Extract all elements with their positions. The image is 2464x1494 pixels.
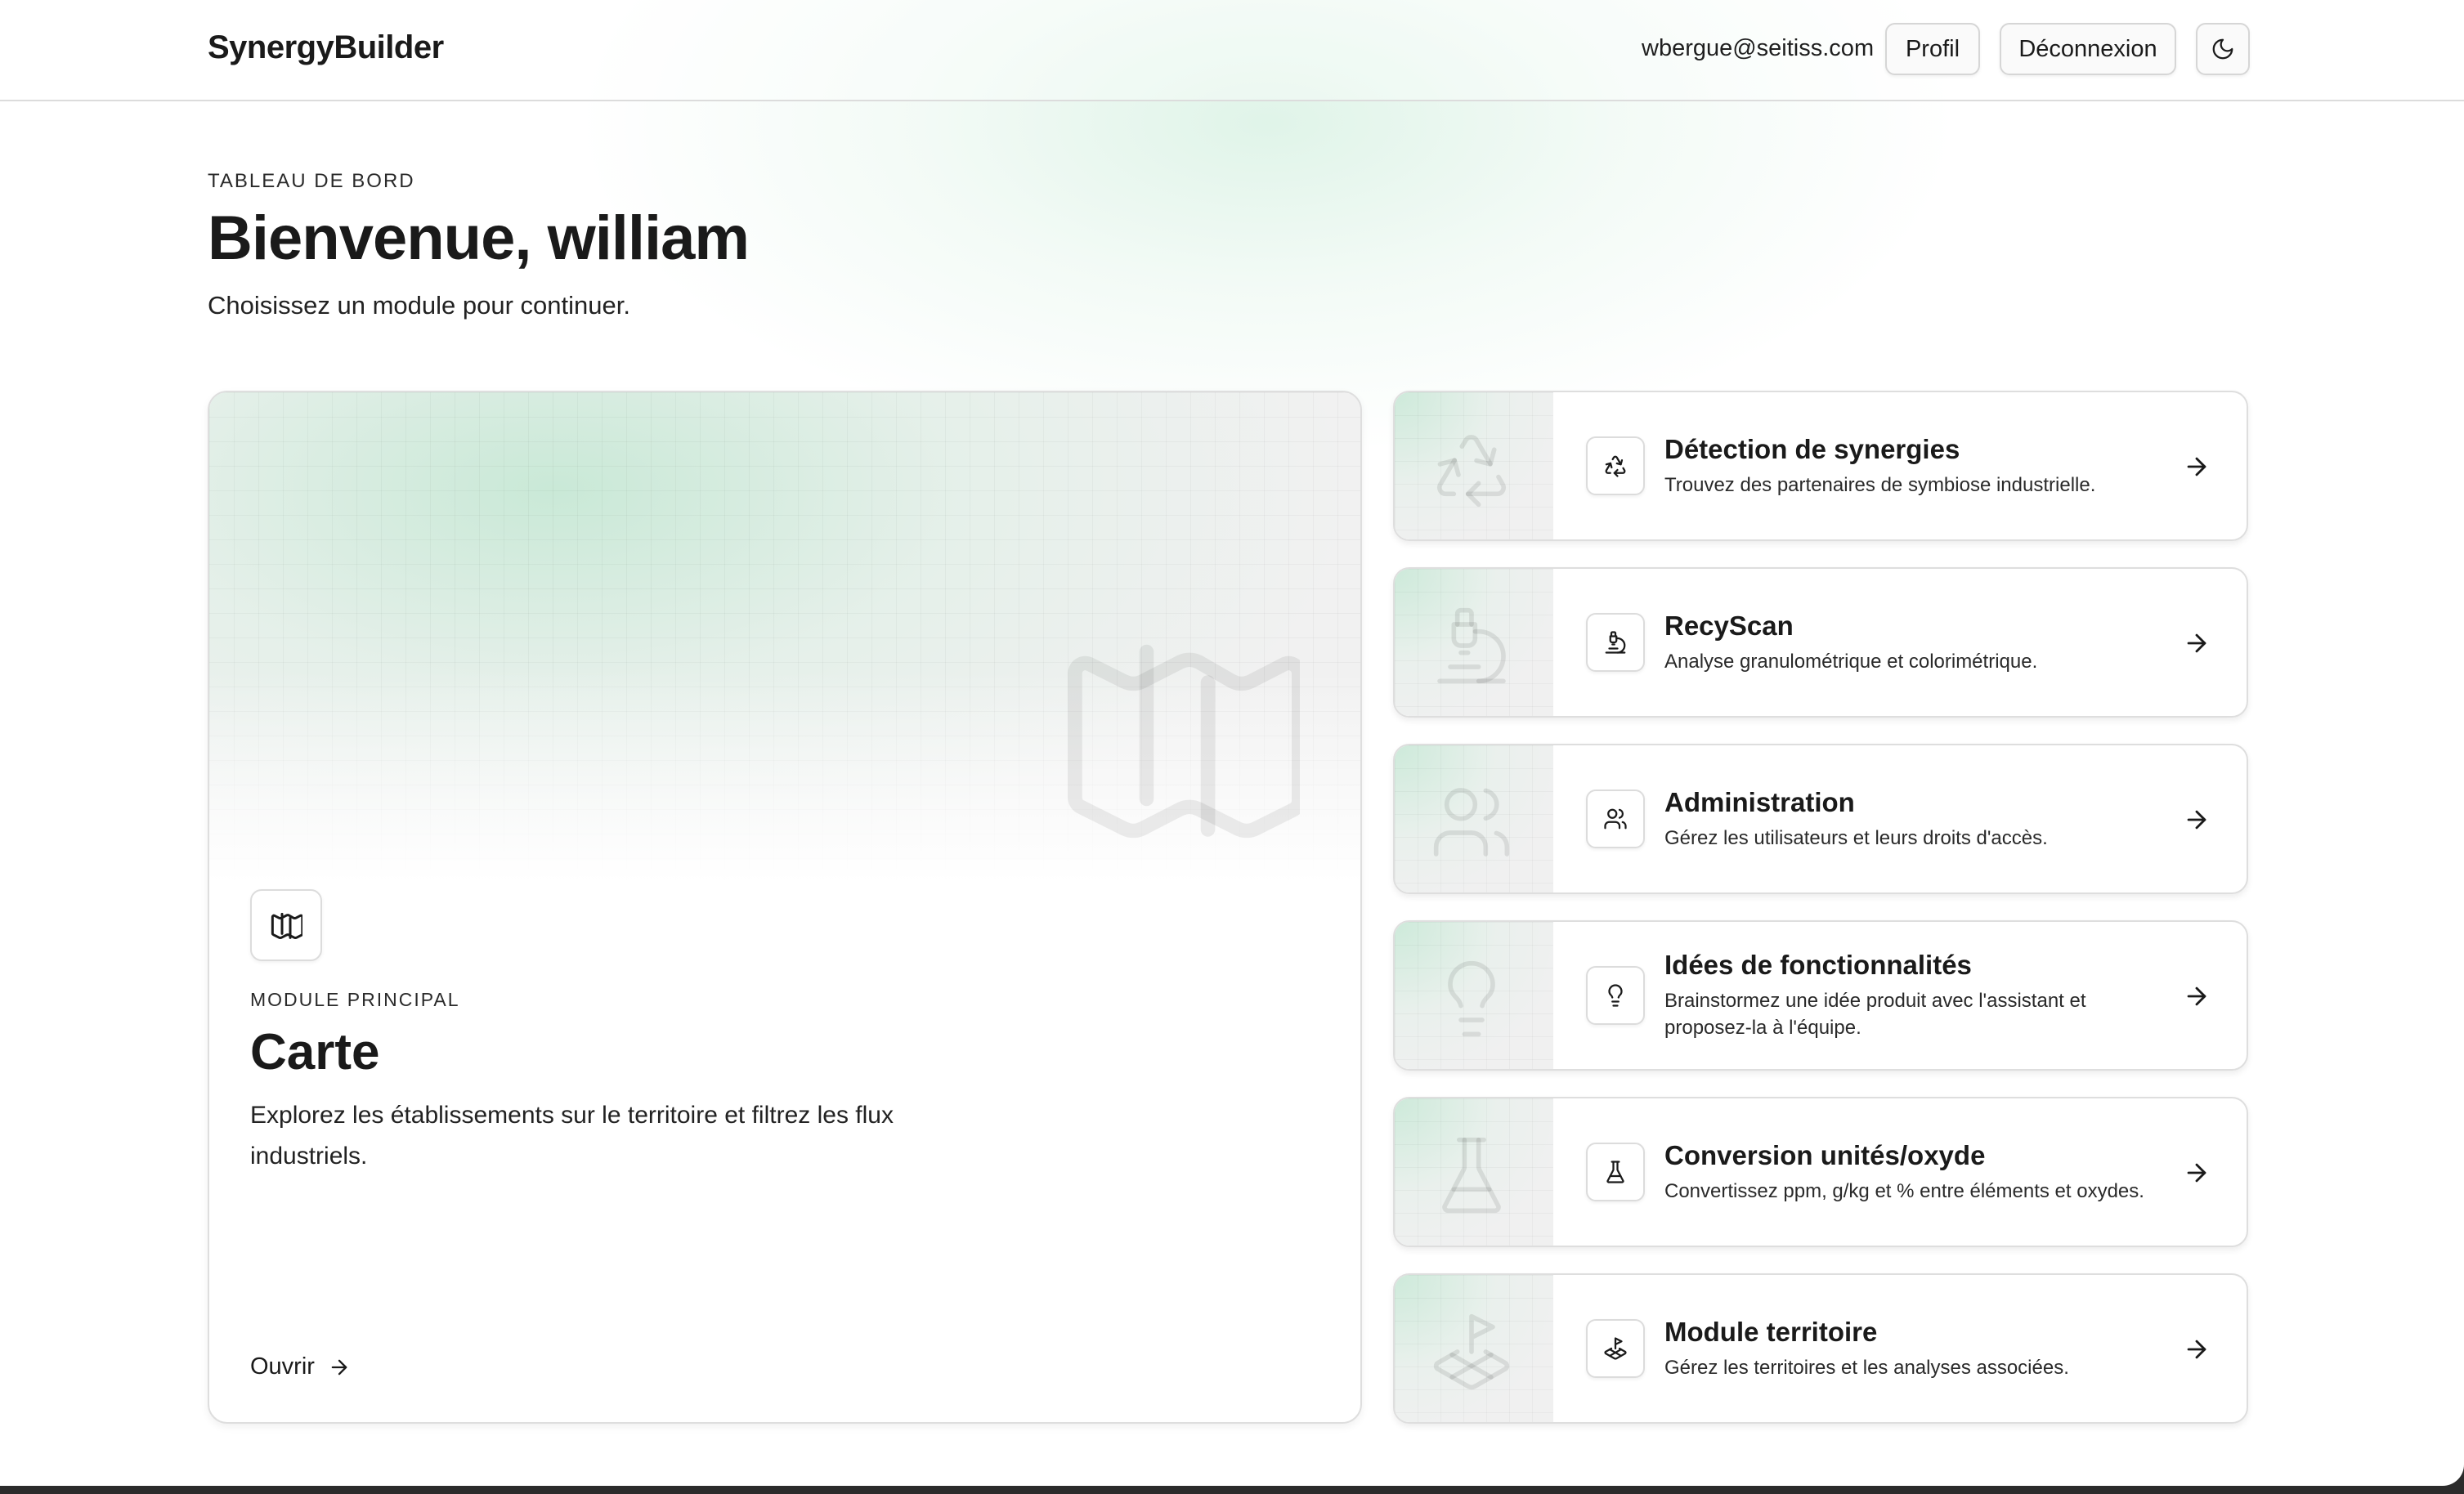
lightbulb-watermark-icon — [1448, 960, 1495, 1037]
flask-icon — [1606, 1161, 1624, 1183]
module-card-conversion[interactable]: Conversion unités/oxyde Convertissez ppm… — [1393, 1097, 2248, 1247]
module-card-recyscan[interactable]: RecyScan Analyse granulométrique et colo… — [1393, 567, 2248, 718]
module-description: Trouvez des partenaires de symbiose indu… — [1664, 473, 2096, 496]
main-module-hero — [209, 392, 1360, 883]
arrow-right-icon — [2187, 810, 2206, 830]
map-watermark-icon — [1068, 644, 1300, 839]
module-title: Administration — [1664, 786, 1855, 817]
lightbulb-icon — [1608, 984, 1623, 1007]
users-icon — [1604, 808, 1627, 830]
main-module-icon-box — [250, 889, 322, 961]
main-module-description: Explorez les établissements sur le terri… — [250, 1102, 894, 1170]
module-title: Conversion unités/oxyde — [1664, 1139, 1986, 1170]
main-module-card-carte[interactable]: MODULE PRINCIPAL Carte Explorez les étab… — [208, 391, 1362, 1424]
map-icon — [271, 912, 302, 940]
main-module-title: Carte — [250, 1024, 380, 1080]
brand-logo[interactable]: SynergyBuilder — [208, 29, 444, 66]
module-description: Brainstormez une idée produit avec l'ass… — [1664, 990, 2086, 1039]
module-card-synergies[interactable]: Détection de synergies Trouvez des parte… — [1393, 391, 2248, 541]
microscope-icon — [1605, 631, 1626, 654]
module-card-feature-ideas[interactable]: Idées de fonctionnalités Brainstormez un… — [1393, 920, 2248, 1071]
page-subtitle: Choisissez un module pour continuer. — [208, 291, 630, 320]
flask-watermark-icon — [1442, 1137, 1501, 1214]
module-icon-box — [1586, 789, 1645, 848]
user-email: wbergue@seitiss.com — [1642, 35, 1875, 61]
page-eyebrow: TABLEAU DE BORD — [208, 170, 415, 192]
open-module-link[interactable]: Ouvrir — [250, 1353, 351, 1380]
module-card-administration[interactable]: Administration Gérez les utilisateurs et… — [1393, 744, 2248, 894]
module-description: Convertissez ppm, g/kg et % entre élémen… — [1664, 1179, 2144, 1202]
recycle-watermark-icon — [1437, 435, 1506, 508]
profile-button[interactable]: Profil — [1885, 23, 1980, 75]
microscope-watermark-icon — [1437, 607, 1506, 684]
land-plot-icon — [1604, 1337, 1627, 1360]
module-thumbnail — [1395, 1098, 1553, 1246]
module-description: Gérez les territoires et les analyses as… — [1664, 1356, 2069, 1379]
module-title: Module territoire — [1664, 1316, 1878, 1347]
module-icon-box — [1586, 436, 1645, 495]
module-icon-box — [1586, 1319, 1645, 1378]
recycle-icon — [1605, 455, 1626, 477]
arrow-right-icon — [2187, 1163, 2206, 1183]
arrow-right-icon — [2187, 986, 2206, 1006]
module-icon-box — [1586, 1143, 1645, 1201]
arrow-right-icon — [2187, 633, 2206, 653]
module-thumbnail — [1395, 745, 1553, 892]
module-thumbnail — [1395, 1275, 1553, 1422]
module-description: Gérez les utilisateurs et leurs droits d… — [1664, 826, 2048, 849]
module-card-territory[interactable]: Module territoire Gérez les territoires … — [1393, 1273, 2248, 1424]
arrow-right-icon — [2187, 457, 2206, 476]
page-title: Bienvenue, william — [208, 204, 750, 273]
moon-icon — [2212, 38, 2233, 60]
module-thumbnail — [1395, 569, 1553, 716]
module-title: Idées de fonctionnalités — [1664, 950, 1972, 980]
module-title: RecyScan — [1664, 610, 1794, 641]
open-module-label: Ouvrir — [250, 1353, 315, 1380]
app-window: SynergyBuilder wbergue@seitiss.com Profi… — [0, 0, 2464, 1486]
land-plot-watermark-icon — [1433, 1313, 1510, 1390]
logout-button[interactable]: Déconnexion — [2000, 23, 2176, 75]
module-thumbnail — [1395, 392, 1553, 539]
module-icon-box — [1586, 613, 1645, 672]
main-module-eyebrow: MODULE PRINCIPAL — [250, 989, 460, 1010]
arrow-right-icon — [2187, 1340, 2206, 1359]
module-description: Analyse granulométrique et colorimétriqu… — [1664, 650, 2038, 673]
module-title: Détection de synergies — [1664, 433, 1960, 464]
module-icon-box — [1586, 966, 1645, 1025]
top-bar: SynergyBuilder wbergue@seitiss.com Profi… — [0, 0, 2464, 101]
module-thumbnail — [1395, 922, 1553, 1069]
arrow-right-icon — [331, 1359, 347, 1375]
theme-toggle-button[interactable] — [2196, 23, 2250, 75]
users-watermark-icon — [1433, 788, 1510, 857]
